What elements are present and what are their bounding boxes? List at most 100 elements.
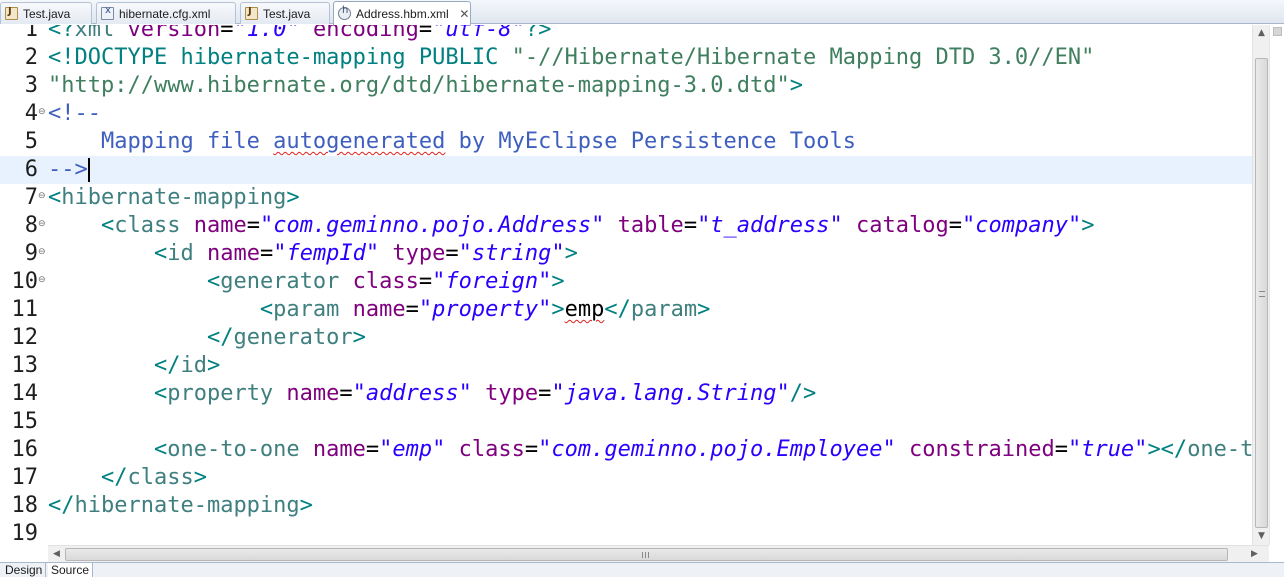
attribute-name: class — [339, 269, 419, 294]
tag-bracket: < — [259, 297, 274, 322]
code-text: <param name="property">emp</param> — [48, 296, 710, 324]
tag-bracket: <! — [48, 45, 75, 70]
code-text: "http://www.hibernate.org/dtd/hibernate-… — [48, 72, 803, 100]
tag-bracket: > — [286, 185, 300, 210]
equals-sign: = — [405, 297, 419, 322]
doctype-keyword: hibernate-mapping — [167, 45, 406, 70]
fold-toggle-icon[interactable]: ⊖ — [38, 240, 48, 264]
tag-bracket: > — [551, 269, 565, 294]
line-number: 7 — [24, 185, 38, 210]
tag-bracket: < — [153, 437, 168, 462]
close-icon[interactable]: ✕ — [459, 7, 470, 21]
horizontal-scrollbar[interactable]: ◀ ▶ — [48, 545, 1269, 562]
equals-sign: = — [246, 213, 260, 238]
attribute-value: "address" — [352, 381, 472, 406]
tag-name: hibernate-mapping — [74, 493, 300, 518]
attribute-name: encoding — [299, 25, 419, 42]
equals-sign: = — [259, 241, 274, 266]
attribute-name: table — [604, 213, 684, 238]
vertical-scroll-thumb[interactable] — [1255, 58, 1268, 528]
code-line[interactable]: 15 — [0, 408, 1252, 436]
code-text: <!-- — [48, 100, 101, 128]
xml-file-icon — [101, 5, 114, 20]
code-line[interactable]: 6 --> — [0, 156, 1252, 184]
line-number: 14 — [11, 381, 39, 406]
comment-text: <!-- — [48, 101, 101, 126]
tag-bracket: < — [206, 269, 221, 294]
code-line[interactable]: 9 ⊖ <id name="fempId" type="string"> — [0, 240, 1252, 268]
code-line[interactable]: 2 <!DOCTYPE hibernate-mapping PUBLIC "-//… — [0, 44, 1252, 72]
tag-bracket: > — [697, 297, 711, 322]
tab-label: Test.java — [263, 6, 311, 21]
line-number: 6 — [24, 157, 38, 182]
vertical-scrollbar[interactable]: ▲ ▼ — [1252, 25, 1269, 545]
fold-toggle-icon[interactable]: ⊖ — [38, 100, 48, 124]
equals-sign: = — [418, 25, 433, 42]
editor-mode-tabs: Design Source — [0, 562, 1284, 577]
tab-label: Address.hbm.xml — [356, 6, 449, 21]
tab-address-hbm-xml[interactable]: Address.hbm.xml ✕ — [333, 1, 471, 25]
horizontal-scroll-thumb[interactable] — [65, 548, 1228, 561]
equals-sign: = — [948, 213, 962, 238]
tab-test-java-1[interactable]: Test.java — [0, 2, 92, 24]
line-number: 19 — [11, 521, 39, 545]
tab-design[interactable]: Design — [2, 563, 47, 577]
code-line[interactable]: 5 Mapping file autogenerated by MyEclips… — [0, 128, 1252, 156]
code-line[interactable]: 12 </generator> — [0, 324, 1252, 352]
line-number: 10 — [11, 269, 39, 294]
tag-bracket: > — [789, 73, 803, 98]
line-number: 2 — [24, 45, 38, 70]
source-editor[interactable]: 1 <?xml version="1.0" encoding="utf-8"?> 2… — [0, 25, 1252, 545]
code-line[interactable]: 4 ⊖ <!-- — [0, 100, 1252, 128]
attribute-name: name — [180, 213, 247, 238]
overview-ruler[interactable] — [1269, 25, 1284, 545]
tab-hibernate-cfg-xml[interactable]: hibernate.cfg.xml — [96, 2, 236, 24]
equals-sign: = — [339, 381, 353, 406]
fold-toggle-icon[interactable]: ⊖ — [38, 268, 48, 292]
attribute-value: "string" — [458, 241, 565, 266]
line-number: 15 — [11, 409, 39, 434]
editor-tab-bar: Test.java hibernate.cfg.xml Test.java Ad… — [0, 0, 1284, 25]
code-line[interactable]: 16 <one-to-one name="emp" class="com.gem… — [0, 436, 1253, 464]
line-number: 17 — [11, 465, 39, 490]
code-line[interactable]: 3 "http://www.hibernate.org/dtd/hibernate… — [0, 72, 1252, 100]
attribute-name: version — [114, 25, 221, 42]
attribute-value: "com.geminno.pojo.Address" — [259, 213, 605, 238]
code-line[interactable]: 7 ⊖ <hibernate-mapping> — [0, 184, 1252, 212]
tag-name: hibernate-mapping — [61, 185, 287, 210]
code-line[interactable]: 13 </id> — [0, 352, 1252, 380]
tag-name: class — [114, 213, 181, 238]
tag-bracket: </ — [206, 325, 234, 350]
fold-toggle-icon[interactable]: ⊖ — [38, 184, 48, 208]
tab-test-java-2[interactable]: Test.java — [240, 2, 330, 24]
code-line[interactable]: 19 — [0, 520, 1252, 545]
tag-bracket: > — [551, 297, 565, 322]
code-line[interactable]: 1 <?xml version="1.0" encoding="utf-8"?> — [0, 25, 1252, 44]
scroll-right-icon[interactable]: ▶ — [1246, 546, 1263, 563]
code-line[interactable]: 10 ⊖ <generator class="foreign"> — [0, 268, 1252, 296]
code-line[interactable]: 11 <param name="property">emp</param> — [0, 296, 1252, 324]
tab-source[interactable]: Source — [48, 563, 94, 577]
scroll-up-icon[interactable]: ▲ — [1253, 25, 1270, 42]
code-text: <hibernate-mapping> — [48, 184, 300, 212]
tag-bracket: < — [153, 381, 168, 406]
code-line[interactable]: 18 </hibernate-mapping> — [0, 492, 1252, 520]
tag-name: one-to-one — [1187, 437, 1252, 462]
tag-name: class — [127, 465, 194, 490]
tag-bracket: > — [1081, 213, 1095, 238]
code-line[interactable]: 14 <property name="address" type="java.l… — [0, 380, 1252, 408]
attribute-value: "company" — [961, 213, 1082, 238]
scroll-down-icon[interactable]: ▼ — [1253, 528, 1270, 545]
tag-name: one-to-one — [167, 437, 300, 462]
scroll-left-icon[interactable]: ◀ — [48, 546, 65, 563]
code-text: --> — [48, 156, 88, 184]
code-line[interactable]: 17 </class> — [0, 464, 1252, 492]
comment-text: --> — [48, 157, 88, 182]
fold-toggle-icon[interactable]: ⊖ — [38, 212, 48, 236]
overview-marker-icon — [1273, 27, 1282, 36]
attribute-value: "-//Hibernate/Hibernate Mapping DTD 3.0/… — [498, 45, 1095, 70]
code-text: <one-to-one name="emp" class="com.geminn… — [48, 436, 1252, 464]
code-line[interactable]: 8 ⊖ <class name="com.geminno.pojo.Address… — [0, 212, 1252, 240]
doctype-keyword: DOCTYPE — [74, 45, 168, 70]
